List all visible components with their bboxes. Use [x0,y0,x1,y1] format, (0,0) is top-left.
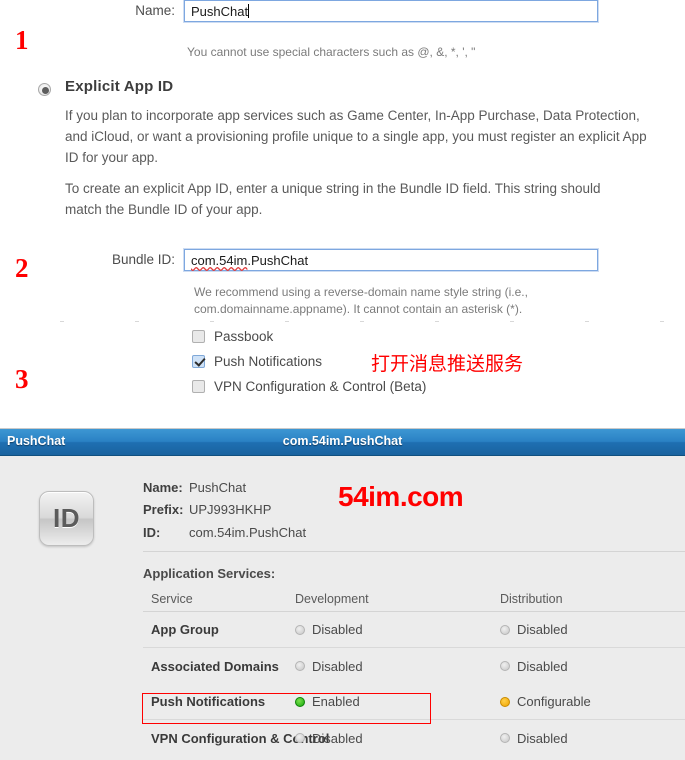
status-dot-icon [500,624,510,635]
name-field-hint: You cannot use special characters such a… [187,45,476,59]
cell-distribution-status: Disabled [500,659,685,674]
cell-development-status: Disabled [295,731,500,746]
column-header-service: Service [151,592,193,606]
table-row: App Group Disabled Disabled [143,612,685,648]
table-row: VPN Configuration & Control Disabled Dis… [143,720,685,756]
cell-distribution-status: Configurable [500,694,685,709]
cell-distribution-status: Disabled [500,622,685,637]
service-checkbox-push-notifications[interactable]: Push Notifications [192,354,322,369]
layout-guide-dots [0,321,685,323]
annotation-number-2: 2 [15,253,29,283]
service-checkbox-label: VPN Configuration & Control (Beta) [214,379,427,394]
annotation-number-3: 3 [15,364,29,394]
column-header-development: Development [295,592,369,606]
guide-dot [660,321,664,322]
cell-service-name: Associated Domains [151,658,279,674]
status-dot-icon [500,696,510,707]
cell-distribution-status-text: Configurable [517,694,591,709]
cell-distribution-status: Disabled [500,731,685,746]
cell-development-status: Disabled [295,659,500,674]
guide-dot [285,321,289,322]
guide-dot [510,321,514,322]
service-checkbox-passbook[interactable]: Passbook [192,329,273,344]
bundle-id-hint-line-1: We recommend using a reverse-domain name… [194,285,528,299]
cell-development-status-text: Disabled [312,730,363,746]
cell-service-name: App Group [151,622,219,637]
bundle-id-input-value-rest: .PushChat [247,253,309,268]
detail-panel-header: PushChat com.54im.PushChat [0,429,685,456]
guide-dot [135,321,139,322]
application-services-table: Service Development Distribution App Gro… [143,587,685,756]
bundle-id-input[interactable]: com.54im.PushChat [183,248,599,272]
detail-meta-id-value: com.54im.PushChat [189,525,307,540]
name-input-value: PushChat [191,4,249,19]
cell-development-status-text: Disabled [312,622,363,637]
cell-development-status: Disabled [295,622,500,637]
cell-service-name: Push Notifications [151,694,266,709]
detail-meta-name-value: PushChat [189,480,247,495]
explicit-app-id-paragraph-1: If you plan to incorporate app services … [65,108,647,165]
service-checkbox-label: Push Notifications [214,354,323,369]
detail-header-bundle-id: com.54im.PushChat [282,434,403,448]
cell-service-name: VPN Configuration & Control [151,730,330,746]
detail-meta-prefix-value: UPJ993HKHP [189,502,272,517]
detail-meta-divider [143,551,685,552]
cell-development-status: Enabled [295,694,500,709]
app-id-badge-icon: ID [39,491,94,546]
detail-meta-id-key: ID: [143,525,161,540]
guide-dot [585,321,589,322]
guide-dot [60,321,64,322]
explicit-app-id-radio[interactable] [38,83,51,96]
bundle-id-input-value-misspelled: com.54im [191,253,248,268]
checkbox-icon[interactable] [192,380,205,393]
table-row: Push Notifications Enabled Configurable [143,684,685,720]
status-dot-icon [295,624,305,635]
detail-meta-prefix: Prefix: UPJ993HKHP [143,502,271,517]
guide-dot [435,321,439,322]
detail-meta-name: Name: PushChat [143,480,246,495]
column-header-distribution: Distribution [500,592,563,606]
checkbox-icon[interactable] [192,330,205,343]
application-services-title: Application Services: [143,566,276,581]
status-dot-icon [500,661,510,671]
table-header-row: Service Development Distribution [143,587,685,612]
table-row: Associated Domains Disabled Disabled [143,648,685,684]
service-checkbox-vpn-configuration[interactable]: VPN Configuration & Control (Beta) [192,379,426,394]
cell-development-status-text: Disabled [312,658,363,674]
guide-dot [210,321,214,322]
checkbox-checked-icon[interactable] [192,355,205,368]
status-dot-icon [295,661,305,671]
cell-distribution-status-text: Disabled [517,730,568,746]
status-dot-icon [295,696,305,707]
service-checkbox-label: Passbook [214,329,274,344]
detail-meta-prefix-key: Prefix: [143,502,184,517]
cell-distribution-status-text: Disabled [517,622,568,637]
bundle-id-hint-line-2: com.domainname.appname). It cannot conta… [194,302,523,316]
cell-development-status-text: Enabled [312,694,360,709]
bundle-id-field-label: Bundle ID: [111,252,175,267]
text-caret [248,4,250,18]
detail-meta-id: ID: com.54im.PushChat [143,525,306,540]
explicit-app-id-label: Explicit App ID [65,78,174,95]
explicit-app-id-paragraph-2: To create an explicit App ID, enter a un… [65,181,601,217]
guide-dot [360,321,364,322]
annotation-chinese-note: 打开消息推送服务 [371,353,524,375]
annotation-number-1: 1 [15,25,29,55]
status-dot-icon [500,733,510,743]
cell-distribution-status-text: Disabled [517,658,568,674]
status-dot-icon [295,733,305,743]
app-id-form: Name: PushChat You cannot use special ch… [0,0,685,428]
detail-meta-name-key: Name: [143,480,183,495]
name-field-label: Name: [135,3,175,18]
name-input[interactable]: PushChat [183,0,599,23]
app-id-detail-panel: PushChat com.54im.PushChat ID Name: PushC… [0,428,685,760]
site-watermark: 54im.com [338,481,464,512]
